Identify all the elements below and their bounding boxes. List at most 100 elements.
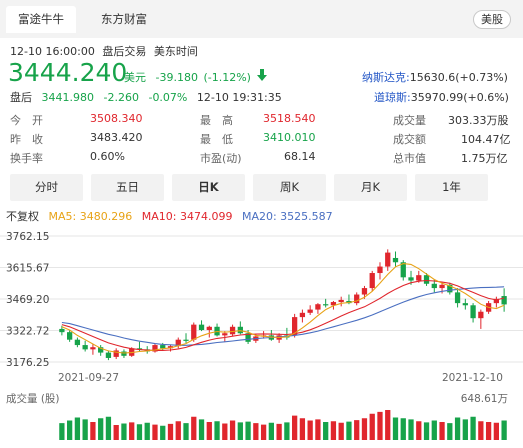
volume-bar [338, 422, 344, 440]
stat-amount-label: 成交额 [393, 133, 426, 146]
index-dow-value: 35970.99(+0.6%) [410, 91, 509, 104]
period-tab-daily[interactable]: 日K [172, 174, 245, 201]
period-tab-intraday[interactable]: 分时 [10, 174, 83, 201]
volume-bar [346, 421, 352, 440]
candle-up [478, 311, 484, 319]
volume-bar [129, 422, 135, 440]
ma10-label: MA10: [141, 210, 177, 223]
volume-bar [98, 418, 104, 440]
volume-bar [253, 423, 259, 440]
candle-down [323, 304, 329, 306]
candle-down [470, 305, 476, 319]
candle-up [439, 284, 445, 289]
stat-volume-label: 成交量 [393, 114, 426, 127]
candle-down [408, 277, 414, 281]
volume-max-label: 648.61万 [461, 393, 508, 405]
stat-pe: 68.14 [284, 150, 316, 163]
after-hours-change: -2.260 [103, 91, 139, 104]
index-dow[interactable]: 道琼斯:35970.99(+0.6%) [374, 89, 509, 105]
volume-bar [439, 422, 445, 440]
volume-bar [105, 416, 112, 440]
adjust-mode[interactable]: 不复权 [6, 210, 39, 223]
volume-bar [485, 422, 492, 440]
candle-down [198, 324, 205, 331]
volume-bar [454, 417, 461, 440]
index-nasdaq[interactable]: 纳斯达克:15630.6(+0.73%) [362, 69, 508, 85]
stat-low: 3410.010 [263, 131, 316, 144]
stat-turnover-label: 换手率 [10, 152, 43, 165]
candle-down [237, 326, 243, 334]
volume-axis-label: 成交量 (股) [6, 392, 60, 405]
volume-bar [191, 416, 197, 440]
session-label: 盘后交易 [102, 45, 147, 58]
candle-down [160, 345, 166, 349]
candlestick-chart[interactable]: 3762.15 3615.67 3469.20 3322.72 3176.25 2021… [0, 226, 523, 448]
ma10-value: 3474.099 [179, 210, 233, 223]
candle-up [90, 347, 96, 350]
candle-up [361, 288, 368, 295]
candle-down [67, 332, 73, 340]
stat-prev-label: 昨 收 [10, 133, 43, 146]
volume-bar [385, 410, 391, 440]
volume-bar [408, 419, 414, 440]
volume-bar [167, 423, 174, 440]
y-tick-label: 3176.25 [6, 357, 49, 369]
candle-up [307, 309, 313, 313]
volume-bar [67, 420, 73, 440]
volume-bar [462, 419, 468, 440]
ma20-label: MA20: [241, 210, 277, 223]
currency-label: 美元 [124, 71, 146, 84]
down-arrow-icon [257, 69, 267, 81]
volume-bar [292, 415, 298, 440]
candle-up [369, 273, 375, 289]
candle-up [229, 326, 236, 335]
after-hours-label: 盘后 [10, 91, 32, 104]
period-tab-1year[interactable]: 1年 [415, 174, 488, 201]
stat-high-label: 最 高 [200, 114, 233, 127]
source-tab-bar: 富途牛牛 东方财富 美股 [0, 0, 523, 38]
market-region-button[interactable]: 美股 [473, 10, 511, 29]
candle-down [183, 339, 189, 341]
candle-down [59, 328, 65, 333]
stat-open: 3508.340 [90, 112, 143, 125]
ma10-legend: MA10: 3474.099 [142, 210, 233, 223]
tab-eastmoney[interactable]: 东方财富 [88, 6, 160, 33]
tab-futu[interactable]: 富途牛牛 [6, 6, 76, 33]
period-tab-monthly[interactable]: 月K [334, 174, 407, 201]
stat-mcap-label: 总市值 [393, 152, 426, 165]
candle-down [501, 296, 507, 305]
volume-bar [144, 422, 150, 440]
volume-bar [237, 422, 243, 440]
candle-down [454, 292, 461, 304]
volume-bar [392, 417, 399, 440]
candle-down [105, 352, 112, 358]
volume-bar [90, 422, 96, 440]
period-tab-bar: 分时 五日 日K 周K 月K 1年 [10, 174, 515, 201]
volume-bar [260, 424, 267, 440]
volume-bar [175, 421, 181, 440]
period-tab-5day[interactable]: 五日 [91, 174, 164, 201]
candle-up [191, 324, 197, 340]
volume-bar [501, 420, 507, 440]
after-hours-time: 12-10 19:31:35 [196, 91, 282, 104]
ma5-legend: MA5: 3480.296 [49, 210, 133, 223]
volume-bar [276, 423, 282, 440]
stat-turnover: 0.60% [90, 150, 125, 163]
volume-bar [400, 418, 406, 440]
volume-bar [493, 422, 499, 440]
current-price: 3444.240 [8, 58, 128, 87]
after-hours-pct: -0.07% [148, 91, 188, 104]
volume-bar [478, 421, 484, 440]
index-nasdaq-value: 15630.6(+0.73%) [409, 71, 508, 84]
period-tab-weekly[interactable]: 周K [253, 174, 326, 201]
volume-bar [245, 421, 251, 440]
volume-bar [206, 422, 212, 440]
timezone-label: 美东时间 [153, 45, 198, 58]
ma-legend: 不复权 MA5: 3480.296 MA10: 3474.099 MA20: 3… [6, 208, 333, 224]
volume-bars [59, 410, 507, 440]
candle-down [121, 351, 127, 356]
volume-bar [198, 419, 205, 440]
volume-bar [369, 413, 375, 440]
ma5-value: 3480.296 [79, 210, 133, 223]
volume-bar [121, 423, 127, 440]
